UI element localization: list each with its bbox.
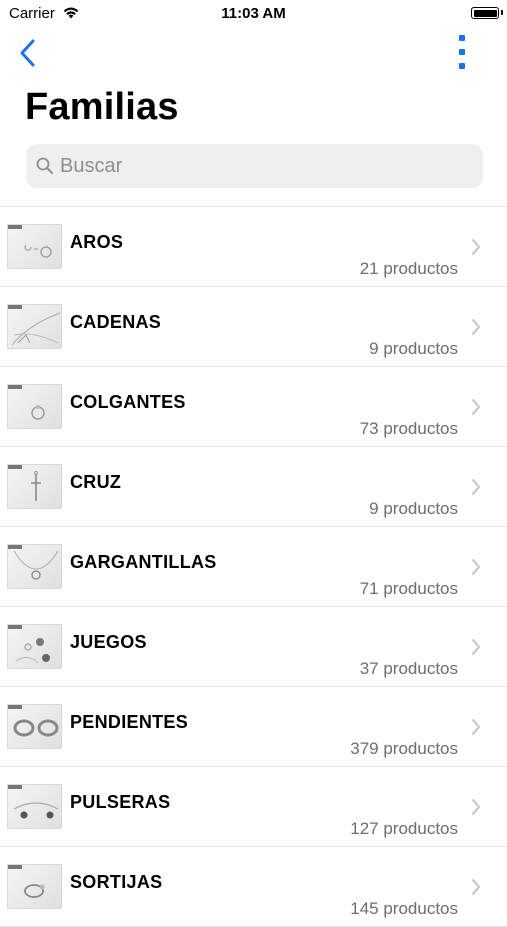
product-thumbnail	[7, 624, 62, 669]
product-thumbnail	[7, 224, 62, 269]
battery-tip	[501, 10, 503, 15]
product-thumbnail	[7, 784, 62, 829]
back-button[interactable]	[12, 36, 42, 70]
list-item[interactable]: PENDIENTES 379 productos	[0, 687, 507, 767]
list-item[interactable]: COLGANTES 73 productos	[0, 367, 507, 447]
chevron-right-icon	[472, 639, 480, 655]
product-thumbnail	[7, 464, 62, 509]
search-input[interactable]	[60, 144, 470, 188]
family-list: AROS 21 productos CADENAS 9 productos CO…	[0, 206, 507, 927]
search-bar[interactable]	[26, 144, 483, 188]
list-item[interactable]: PULSERAS 127 productos	[0, 767, 507, 847]
chevron-left-icon	[20, 39, 35, 67]
product-thumbnail	[7, 304, 62, 349]
battery-icon	[471, 7, 499, 19]
list-item[interactable]: GARGANTILLAS 71 productos	[0, 527, 507, 607]
chevron-right-icon	[472, 799, 480, 815]
product-count: 73 productos	[359, 419, 458, 438]
family-name: SORTIJAS	[70, 872, 163, 892]
product-count: 71 productos	[359, 579, 458, 598]
family-name: GARGANTILLAS	[70, 552, 217, 572]
list-item[interactable]: SORTIJAS 145 productos	[0, 847, 507, 927]
family-name: JUEGOS	[70, 632, 147, 652]
search-icon	[36, 157, 54, 180]
chevron-right-icon	[472, 319, 480, 335]
list-item[interactable]: CADENAS 9 productos	[0, 287, 507, 367]
chevron-right-icon	[472, 559, 480, 575]
chevron-right-icon	[472, 479, 480, 495]
clock-time: 11:03 AM	[221, 5, 286, 22]
product-count: 21 productos	[359, 259, 458, 278]
chevron-right-icon	[472, 879, 480, 895]
family-name: AROS	[70, 232, 124, 252]
product-count: 379 productos	[350, 739, 458, 758]
list-item[interactable]: JUEGOS 37 productos	[0, 607, 507, 687]
status-bar: Carrier 11:03 AM	[0, 0, 507, 28]
product-count: 9 productos	[369, 339, 458, 358]
product-count: 37 productos	[359, 659, 458, 678]
product-count: 9 productos	[369, 499, 458, 518]
product-count: 127 productos	[350, 819, 458, 838]
product-thumbnail	[7, 384, 62, 429]
family-name: CRUZ	[70, 472, 122, 492]
family-name: COLGANTES	[70, 392, 186, 412]
chevron-right-icon	[472, 399, 480, 415]
family-name: CADENAS	[70, 312, 162, 332]
list-item[interactable]: CRUZ 9 productos	[0, 447, 507, 527]
more-options-button[interactable]	[450, 32, 474, 72]
chevron-right-icon	[472, 239, 480, 255]
page-title: Familias	[25, 86, 179, 128]
product-thumbnail	[7, 704, 62, 749]
product-thumbnail	[7, 864, 62, 909]
family-name: PENDIENTES	[70, 712, 189, 732]
chevron-right-icon	[472, 719, 480, 735]
product-count: 145 productos	[350, 899, 458, 918]
family-name: PULSERAS	[70, 792, 171, 812]
list-item[interactable]: AROS 21 productos	[0, 207, 507, 287]
product-thumbnail	[7, 544, 62, 589]
